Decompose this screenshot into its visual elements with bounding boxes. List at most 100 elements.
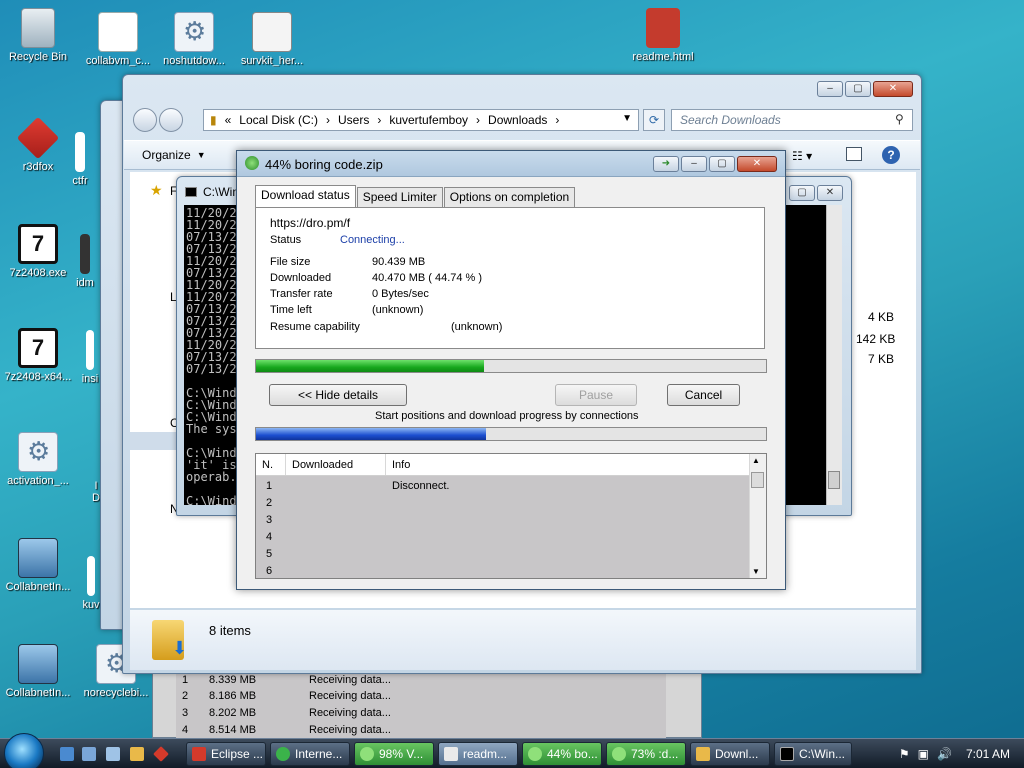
search-icon: ⚲ <box>895 112 904 126</box>
refresh-icon[interactable]: ⟳ <box>643 109 665 131</box>
window-controls: ▢ ✕ <box>789 185 843 201</box>
send-to-tray-icon[interactable]: ➜ <box>653 156 679 172</box>
row-number: 6 <box>266 565 273 577</box>
pause-button[interactable]: Pause <box>555 384 637 406</box>
taskbar-button-label: Downl... <box>715 747 759 761</box>
breadcrumb-users[interactable]: Users <box>338 113 369 127</box>
desktop-icon-ctfr[interactable]: ctfr <box>60 132 100 187</box>
desktop-icon-label: collabvm_c... <box>85 55 151 67</box>
table-row[interactable]: 2 <box>256 495 392 512</box>
item-count: 8 items <box>209 623 251 638</box>
desktop-icon-collabnet-1[interactable]: CollabnetIn... <box>0 538 76 593</box>
minimize-button[interactable]: – <box>817 81 843 97</box>
minimize-button[interactable]: – <box>681 156 707 172</box>
console-line: C:\Wind <box>186 494 237 505</box>
breadcrumb-user[interactable]: kuvertufemboy <box>389 113 468 127</box>
taskbar-button-eclipse[interactable]: Eclipse ... <box>186 742 266 766</box>
breadcrumb-downloads[interactable]: Downloads <box>488 113 547 127</box>
table-row[interactable]: 6 <box>256 563 392 578</box>
organize-button[interactable]: Organize <box>142 148 191 162</box>
network-computer-icon <box>18 644 58 684</box>
table-row[interactable]: 1 Disconnect. <box>256 478 449 495</box>
connections-list[interactable]: N. Downloaded Info 1 Disconnect. 2 3 4 5 <box>255 453 767 579</box>
r3dfox-icon <box>16 116 60 160</box>
desktop-icon-7z2408[interactable]: 7 7z2408.exe <box>0 224 76 279</box>
clock[interactable]: 7:01 AM <box>966 747 1010 761</box>
folder-icon: ▮ <box>210 113 217 127</box>
taskbar-button-readme[interactable]: readm... <box>438 742 518 766</box>
dialog-tabs: Download status Speed Limiter Options on… <box>255 185 576 207</box>
cancel-button[interactable]: Cancel <box>667 384 740 406</box>
desktop-icon-collabnet-2[interactable]: CollabnetIn... <box>0 644 76 699</box>
desktop-icon-survkit[interactable]: survkit_her... <box>234 12 310 67</box>
tab-download-status[interactable]: Download status <box>255 185 356 207</box>
address-dropdown-icon[interactable]: ▼ <box>622 113 632 124</box>
desktop-icon-idm[interactable]: idm <box>70 234 100 289</box>
scroll-thumb[interactable] <box>751 472 764 488</box>
desktop-icon-label: CollabnetIn... <box>5 581 71 593</box>
row-downloaded <box>286 546 392 563</box>
taskbar-button-internet[interactable]: Interne... <box>270 742 350 766</box>
close-button[interactable]: ✕ <box>817 185 843 201</box>
maximize-button[interactable]: ▢ <box>845 81 871 97</box>
maximize-button[interactable]: ▢ <box>709 156 735 172</box>
idm-icon <box>528 747 542 761</box>
search-input[interactable]: Search Downloads <box>671 109 913 131</box>
quicklaunch-folder-icon[interactable] <box>130 747 144 761</box>
desktop-icon-activation[interactable]: activation_... <box>0 432 76 487</box>
background-connections-list: 1 8.339 MB Receiving data... 2 8.186 MB … <box>176 672 666 738</box>
taskbar-button-console[interactable]: C:\Win... <box>774 742 852 766</box>
idm-icon <box>612 747 626 761</box>
file-size-value: 90.439 MB <box>372 256 426 268</box>
desktop-icon-readme[interactable]: readme.html <box>625 8 701 63</box>
desktop-icon-recycle-bin[interactable]: Recycle Bin <box>0 8 76 63</box>
close-button[interactable]: ✕ <box>737 156 777 172</box>
address-bar[interactable]: ▮ « Local Disk (C:) › Users › kuvertufem… <box>203 109 639 131</box>
taskbar-button-downloads[interactable]: Downl... <box>690 742 770 766</box>
column-n[interactable]: N. <box>256 454 286 475</box>
action-center-flag-icon[interactable]: ⚑ <box>899 747 910 761</box>
taskbar-button-download-73[interactable]: 73% :d... <box>606 742 686 766</box>
breadcrumb-local-disk[interactable]: Local Disk (C:) <box>239 113 318 127</box>
table-row[interactable]: 4 <box>256 529 392 546</box>
views-icon[interactable]: ☷ ▾ <box>792 149 812 163</box>
forward-button[interactable] <box>159 108 183 132</box>
show-desktop-icon[interactable] <box>60 747 74 761</box>
row-info: Receiving data... <box>309 724 391 736</box>
back-button[interactable] <box>133 108 157 132</box>
console-scrollbar[interactable] <box>826 205 842 505</box>
taskbar-button-label: Interne... <box>295 747 343 761</box>
column-downloaded[interactable]: Downloaded <box>286 454 386 475</box>
maximize-button[interactable]: ▢ <box>789 185 815 201</box>
switch-windows-icon[interactable] <box>82 747 96 761</box>
preview-pane-icon[interactable] <box>846 147 862 161</box>
taskbar: Eclipse ... Interne... 98% V... readm...… <box>0 733 1024 768</box>
table-row[interactable]: 3 <box>256 512 392 529</box>
network-icon[interactable]: ▣ <box>918 747 929 761</box>
row-number: 1 <box>266 480 273 492</box>
table-row[interactable]: 5 <box>256 546 392 563</box>
scroll-down-icon[interactable]: ▼ <box>752 567 760 576</box>
tab-speed-limiter[interactable]: Speed Limiter <box>356 187 443 207</box>
scroll-thumb[interactable] <box>828 471 840 489</box>
column-info[interactable]: Info <box>386 454 750 475</box>
volume-icon[interactable]: 🔊 <box>937 747 952 761</box>
desktop-icon-collabvm[interactable]: collabvm_c... <box>80 12 156 67</box>
desktop-icon-label: CollabnetIn... <box>5 687 71 699</box>
taskbar-button-download-44[interactable]: 44% bo... <box>522 742 602 766</box>
hide-details-button[interactable]: << Hide details <box>269 384 407 406</box>
list-scrollbar[interactable]: ▲ ▼ <box>749 454 766 578</box>
desktop-icon-7z2408-x64[interactable]: 7 7z2408-x64... <box>0 328 76 383</box>
breadcrumb-chevron[interactable]: « <box>225 113 232 127</box>
start-button[interactable] <box>4 733 44 768</box>
download-arrow-icon: ⬇ <box>172 638 188 658</box>
taskbar-button-download-98[interactable]: 98% V... <box>354 742 434 766</box>
scroll-up-icon[interactable]: ▲ <box>752 456 760 465</box>
tab-options-on-completion[interactable]: Options on completion <box>443 187 576 207</box>
help-icon[interactable]: ? <box>882 146 900 164</box>
quicklaunch-r3dfox-icon[interactable] <box>153 746 169 762</box>
close-button[interactable]: ✕ <box>873 81 913 97</box>
quicklaunch-computer-icon[interactable] <box>106 747 120 761</box>
desktop-icon-noshutdown[interactable]: noshutdow... <box>156 12 232 67</box>
status-panel: https://dro.pm/f Status Connecting... Fi… <box>255 207 765 349</box>
